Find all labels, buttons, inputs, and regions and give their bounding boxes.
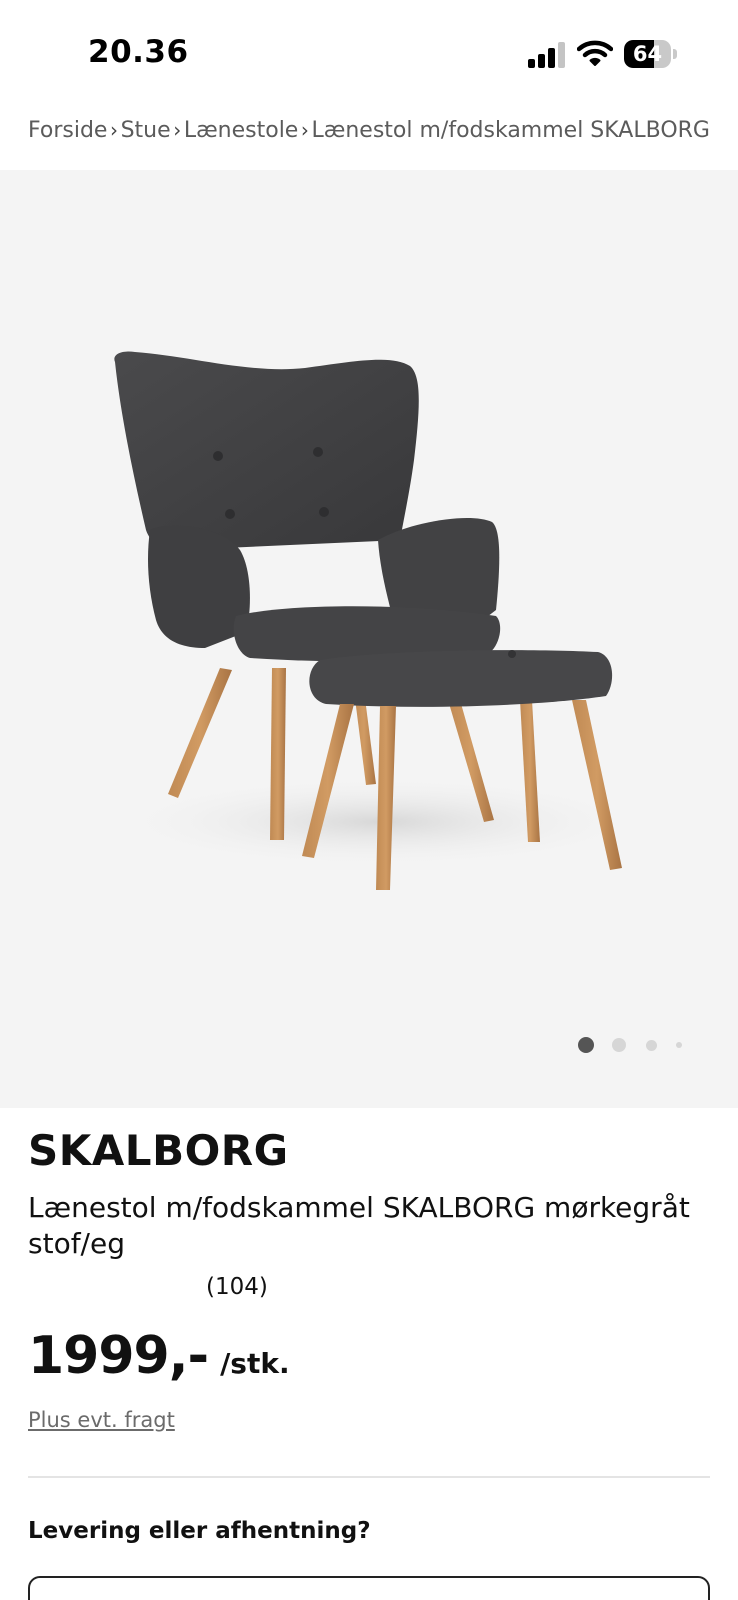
chevron-right-icon: ›: [300, 118, 309, 142]
breadcrumb: Forside › Stue › Lænestole › Lænestol m/…: [28, 110, 710, 150]
product-description: Lænestol m/fodskammel SKALBORG mørkegråt…: [28, 1191, 690, 1260]
product-price: 1999,-: [28, 1326, 209, 1386]
chevron-right-icon: ›: [110, 118, 119, 142]
product-image-gallery[interactable]: [0, 170, 738, 1108]
status-time: 20.36: [88, 34, 189, 70]
price-row: 1999,- /stk.: [28, 1326, 290, 1386]
breadcrumb-item-current: Lænestol m/fodskammel SKALBORG: [311, 117, 710, 143]
product-brand: SKALBORG: [28, 1126, 289, 1175]
breadcrumb-item-forside[interactable]: Forside: [28, 118, 107, 143]
chevron-right-icon: ›: [173, 118, 182, 142]
battery-level: 64: [632, 42, 663, 66]
carousel-dot-2[interactable]: [612, 1038, 626, 1052]
wifi-icon: [577, 40, 613, 66]
battery-icon: 64: [624, 40, 677, 68]
price-unit: /stk.: [220, 1347, 290, 1380]
freight-info-link[interactable]: Plus evt. fragt: [28, 1408, 175, 1432]
carousel-dot-1[interactable]: [578, 1037, 594, 1053]
divider: [28, 1476, 710, 1478]
cellular-signal-icon: [528, 42, 565, 68]
review-count[interactable]: (104): [206, 1274, 268, 1300]
delivery-heading: Levering eller afhentning?: [28, 1518, 371, 1544]
carousel-dot-4[interactable]: [676, 1042, 682, 1048]
delivery-option-box[interactable]: [28, 1576, 710, 1600]
breadcrumb-item-laenestole[interactable]: Lænestole: [184, 118, 299, 143]
product-image: [110, 351, 650, 890]
carousel-dot-3[interactable]: [646, 1039, 657, 1051]
breadcrumb-item-stue[interactable]: Stue: [121, 118, 171, 143]
status-bar: 20.36 64: [0, 0, 738, 100]
